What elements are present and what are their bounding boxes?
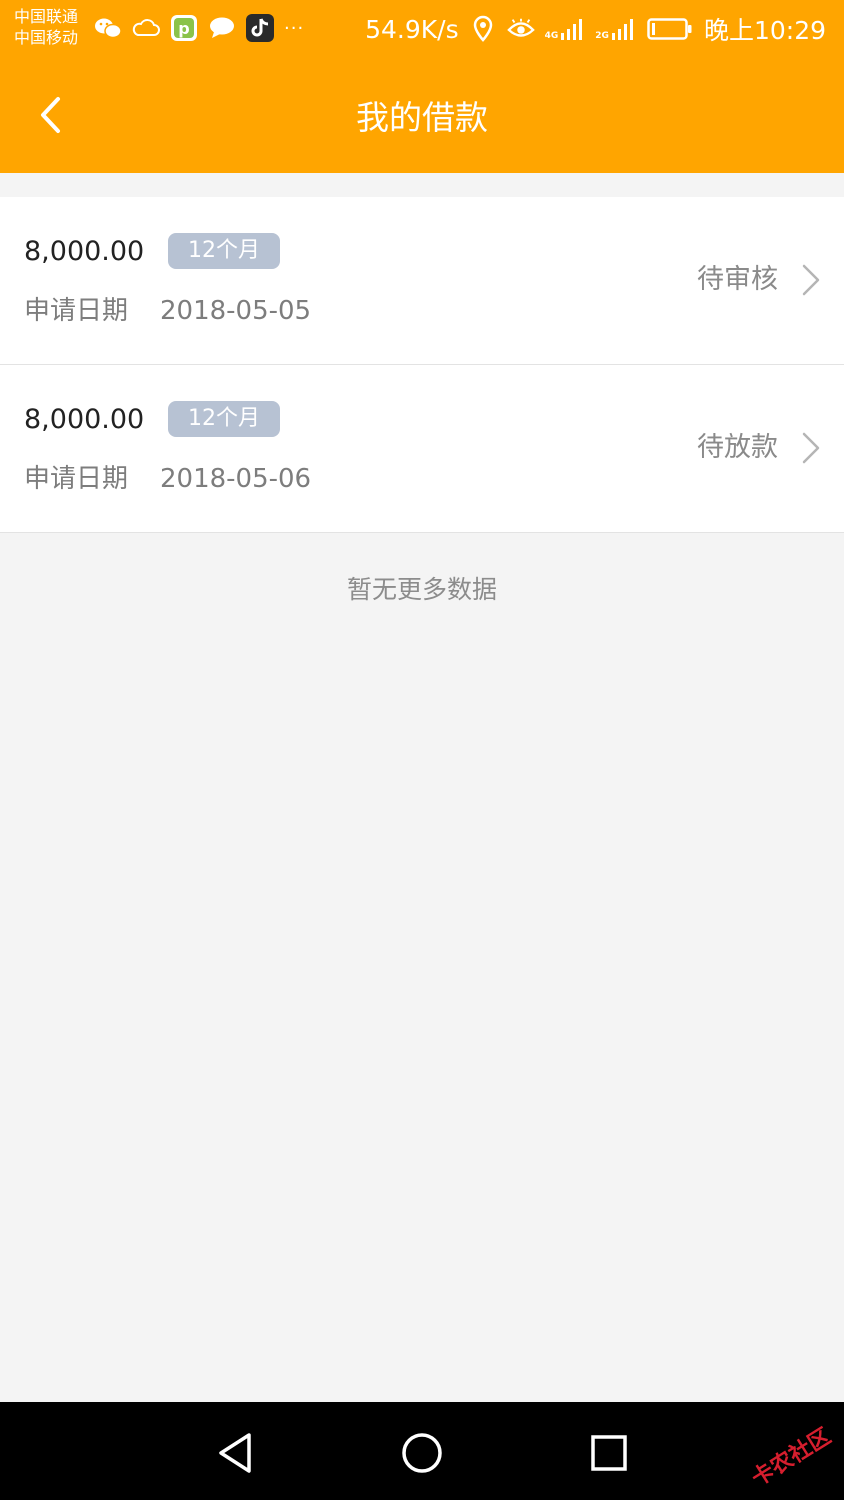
loan-item[interactable]: 8,000.00 12个月 申请日期 2018-05-06 待放款: [0, 365, 844, 533]
nav-bar: 我的借款: [0, 72, 844, 160]
term-badge: 12个月: [168, 401, 280, 437]
apply-date: 2018-05-05: [160, 296, 312, 326]
signal-2g-icon: 2G: [595, 17, 636, 41]
nav-home-button[interactable]: [397, 1428, 447, 1478]
system-nav-bar: 卡农社区: [0, 1402, 844, 1500]
message-bubble-icon: [208, 14, 236, 42]
app-p-icon: p: [170, 14, 198, 42]
location-icon: [469, 15, 497, 43]
square-recents-icon: [591, 1435, 627, 1471]
tiktok-icon: [246, 14, 274, 42]
clock-time: 晚上10:29: [703, 16, 826, 45]
net-speed: 54.9K/s: [365, 14, 459, 44]
watermark-logo: 卡农社区: [747, 1423, 836, 1492]
apply-date: 2018-05-06: [160, 464, 312, 494]
no-more-data-text: 暂无更多数据: [346, 575, 497, 604]
wechat-icon: [94, 14, 122, 42]
eye-comfort-icon: [506, 15, 535, 43]
signal-4g-icon: 4G: [545, 17, 586, 41]
nav-back-button[interactable]: [210, 1428, 260, 1478]
loan-item[interactable]: 8,000.00 12个月 申请日期 2018-05-05 待审核: [0, 197, 844, 365]
loan-status: 待审核: [697, 264, 778, 295]
status-right: 54.9K/s 4G 2G 晚上10:29: [365, 12, 826, 46]
app-header-area: 中国联通 中国移动 p ··· 54.9K/s 4G 2G 晚上10:29 我的…: [0, 0, 844, 173]
carrier-info: 中国联通 中国移动: [14, 6, 78, 48]
page-title: 我的借款: [356, 98, 488, 137]
apply-date-label: 申请日期: [24, 464, 129, 494]
svg-text:p: p: [178, 19, 189, 38]
notification-icons: p ···: [94, 14, 304, 42]
loan-amount: 8,000.00: [24, 236, 145, 267]
chevron-right-icon: [802, 264, 820, 296]
status-bar: 中国联通 中国移动 p ··· 54.9K/s 4G 2G 晚上10:29: [0, 0, 844, 60]
loan-list: 8,000.00 12个月 申请日期 2018-05-05 待审核 8,000.…: [0, 197, 844, 533]
carrier-1: 中国联通: [14, 7, 79, 26]
nav-recents-button[interactable]: [584, 1428, 634, 1478]
more-notifications: ···: [284, 17, 305, 39]
loan-status: 待放款: [697, 432, 778, 463]
apply-date-label: 申请日期: [24, 296, 129, 326]
battery-icon: [646, 15, 694, 43]
weather-cloud-icon: [132, 14, 160, 42]
loan-amount: 8,000.00: [24, 404, 145, 435]
circle-home-icon: [402, 1433, 442, 1473]
triangle-back-icon: [219, 1433, 251, 1473]
term-badge: 12个月: [168, 233, 280, 269]
carrier-2: 中国移动: [14, 28, 79, 47]
chevron-right-icon: [802, 432, 820, 464]
